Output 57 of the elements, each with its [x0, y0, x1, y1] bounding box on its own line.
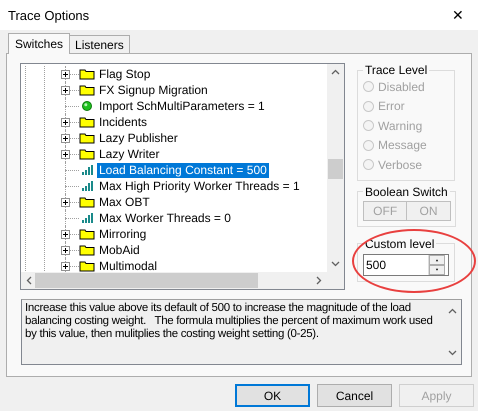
scroll-thumb[interactable]	[35, 273, 258, 288]
scroll-up-icon[interactable]	[448, 308, 457, 314]
folder-icon	[79, 243, 95, 257]
scroll-left-icon[interactable]	[26, 276, 32, 285]
dialog-button[interactable]: OK	[235, 384, 310, 407]
window-title: Trace Options	[8, 8, 90, 22]
group-title: Trace Level	[364, 63, 428, 77]
vertical-scrollbar[interactable]	[327, 64, 344, 272]
tree-item[interactable]: Incidents	[97, 114, 150, 130]
scroll-thumb[interactable]	[328, 159, 343, 179]
tree-item[interactable]: Multimodal	[97, 258, 160, 272]
tree-item[interactable]: Max High Priority Worker Threads = 1	[97, 178, 302, 194]
group-title: Custom level	[364, 236, 436, 250]
tab[interactable]: Listeners	[69, 35, 130, 53]
expand-icon[interactable]	[61, 118, 70, 127]
tree-item[interactable]: Load Balancing Constant = 500	[97, 162, 269, 178]
tree-item[interactable]: Lazy Publisher	[97, 130, 180, 146]
scroll-down-icon[interactable]	[448, 350, 457, 356]
expand-icon[interactable]	[61, 86, 70, 95]
tree-item[interactable]: MobAid	[97, 242, 142, 258]
folder-icon	[79, 147, 95, 161]
tree-item[interactable]: Max OBT	[97, 194, 152, 210]
horizontal-scrollbar[interactable]	[21, 272, 327, 289]
folder-icon	[79, 67, 95, 81]
folder-icon	[79, 195, 95, 209]
tab[interactable]: Switches	[8, 33, 70, 54]
expand-icon[interactable]	[61, 134, 70, 143]
description-text: Increase this value above its default of 500 to increase the magnitude of the load balancing costing weight. The formula multiplies the percent of maximum work used by this value, then mulitplies the costing weight setting (0-25).	[24, 301, 434, 342]
expand-icon[interactable]	[61, 262, 70, 271]
ball-icon	[79, 99, 95, 113]
scroll-up-icon[interactable]	[331, 69, 340, 75]
expand-icon[interactable]	[61, 150, 70, 159]
tree-item[interactable]: Lazy Writer	[97, 146, 162, 162]
tree-item[interactable]: Max Worker Threads = 0	[97, 210, 233, 226]
expand-icon[interactable]	[61, 70, 70, 79]
expand-icon[interactable]	[61, 198, 70, 207]
dialog-button[interactable]: Cancel	[317, 384, 392, 407]
tree-view[interactable]	[20, 63, 345, 290]
tree-item[interactable]: Mirroring	[97, 226, 148, 242]
signal-bars-icon	[79, 179, 95, 193]
expand-icon[interactable]	[61, 246, 70, 255]
tree-item[interactable]: Import SchMultiParameters = 1	[97, 98, 267, 114]
close-button[interactable]: ✕	[448, 7, 468, 23]
tree-item[interactable]: FX Signup Migration	[97, 82, 210, 98]
tree-item[interactable]: Flag Stop	[97, 66, 152, 82]
folder-icon	[79, 83, 95, 97]
spin-field[interactable]: 500	[363, 254, 449, 276]
expand-icon[interactable]	[61, 230, 70, 239]
folder-icon	[79, 227, 95, 241]
folder-icon	[79, 115, 95, 129]
signal-bars-icon	[79, 163, 95, 177]
signal-bars-icon	[79, 211, 95, 225]
group-title: Boolean Switch	[364, 184, 449, 198]
spin-up-icon[interactable]	[429, 254, 445, 264]
scroll-right-icon[interactable]	[316, 276, 322, 285]
folder-icon	[79, 131, 95, 145]
scroll-down-icon[interactable]	[331, 261, 340, 267]
